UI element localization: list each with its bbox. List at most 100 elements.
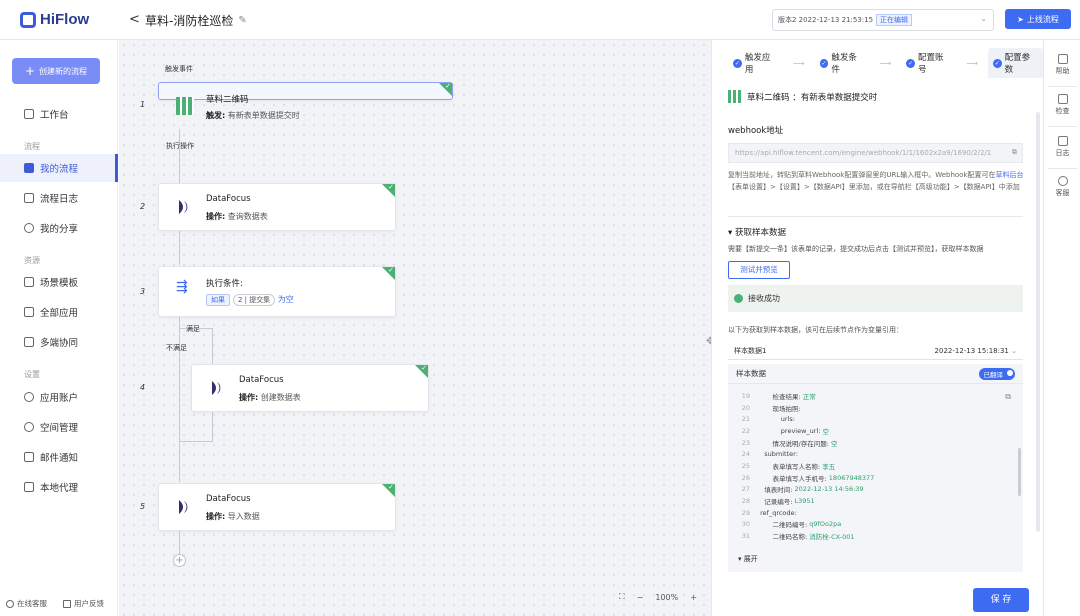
flow-canvas[interactable]: 触发事件 执行操作 满足 不满足 1 草料二维码 触发: 有新表单数据提交时 2… bbox=[119, 40, 711, 616]
back-button[interactable]: < bbox=[129, 12, 140, 27]
zoom-out-button[interactable]: − bbox=[637, 593, 644, 602]
share-icon bbox=[24, 223, 34, 233]
success-banner: 接收成功 bbox=[728, 285, 1023, 312]
step-number: 4 bbox=[140, 383, 146, 392]
grid-icon bbox=[24, 307, 34, 317]
sidebar-item-multi-device[interactable]: 多端协同 bbox=[0, 328, 118, 356]
template-icon bbox=[24, 277, 34, 287]
online-support-link[interactable]: 在线客服 bbox=[6, 598, 47, 609]
zoom-controls: ⛶ − 100% + bbox=[619, 592, 697, 602]
qrcode-icon bbox=[728, 90, 741, 103]
arrow-right-icon: ⟶ bbox=[966, 58, 978, 68]
code-line: 20 现场拍照: bbox=[741, 403, 801, 413]
plus-icon: + bbox=[24, 64, 36, 78]
node-datafocus-query[interactable]: DataFocus 操作: 查询数据表 bbox=[158, 183, 396, 231]
qrcode-admin-link[interactable]: 草料后台 bbox=[996, 171, 1024, 179]
condition-variable: 2 | 提交集 bbox=[233, 294, 276, 306]
group-label-flow: 流程 bbox=[24, 142, 40, 151]
sample-desc: 需要【新提交一条】该表单的记录，提交成功后点击【测试并预览】，获取样本数据 bbox=[728, 245, 984, 253]
tab-account[interactable]: ✓ 配置账号 bbox=[901, 48, 956, 78]
divider bbox=[1048, 126, 1077, 127]
arrow-right-icon: ⟶ bbox=[879, 58, 892, 68]
tab-params[interactable]: ✓ 配置参数 bbox=[987, 48, 1043, 78]
branch-icon: ⇶ bbox=[176, 279, 188, 295]
service-button[interactable]: 客服 bbox=[1044, 176, 1080, 198]
qrcode-icon bbox=[176, 97, 194, 115]
help-button[interactable]: 帮助 bbox=[1044, 54, 1080, 76]
check-circle-icon: ✓ bbox=[992, 58, 1002, 68]
right-toolbar: 帮助 检查 日志 客服 bbox=[1043, 40, 1080, 616]
panel-scrollbar[interactable] bbox=[1036, 112, 1040, 532]
zoom-in-button[interactable]: + bbox=[690, 593, 697, 602]
tab-trigger-condition[interactable]: ✓ 触发条件 bbox=[815, 48, 870, 78]
add-node-button[interactable]: + bbox=[173, 554, 186, 567]
sidebar-item-space[interactable]: 空间管理 bbox=[0, 413, 118, 441]
help-icon bbox=[1057, 54, 1068, 64]
sidebar-item-app-accounts[interactable]: 应用账户 bbox=[0, 383, 118, 411]
logo-icon bbox=[20, 11, 36, 28]
connector bbox=[212, 328, 213, 364]
log-icon bbox=[24, 193, 34, 203]
publish-button[interactable]: ➤ 上线流程 bbox=[1005, 9, 1071, 29]
sidebar-item-my-flows[interactable]: 我的流程 bbox=[0, 154, 118, 182]
sample-hint: 以下为获取到样本数据，该可在后续节点作为变量引用： bbox=[728, 326, 903, 334]
webhook-hint: 复制当前地址，转贴到草料Webhook配置弹窗里的URL输入框中。Webhook… bbox=[728, 171, 1024, 191]
success-icon bbox=[734, 294, 743, 303]
node-condition[interactable]: ⇶ 执行条件: 如果 2 | 提交集 为空 bbox=[158, 266, 396, 317]
step-number: 1 bbox=[140, 100, 146, 109]
version-select[interactable]: 版本2 2022-12-13 21:53:15 正在编辑 ⌄ bbox=[772, 9, 994, 31]
sidebar-item-proxy[interactable]: 本地代理 bbox=[0, 473, 118, 501]
sample-data-box: 样本数据 已翻译 ⧉ 19 检查结果: 正常 20 现场拍照: 21 urls: 22 … bbox=[728, 364, 1023, 572]
connector bbox=[179, 441, 213, 442]
sidebar-item-flow-log[interactable]: 流程日志 bbox=[0, 184, 118, 212]
node-trigger-qrcode[interactable]: 草料二维码 触发: 有新表单数据提交时 bbox=[158, 82, 453, 120]
user-icon bbox=[24, 392, 34, 402]
sample-section-title[interactable]: ▾ 获取样本数据 bbox=[728, 226, 786, 238]
code-line: 26 表单填写人手机号: 18067948377 bbox=[741, 473, 875, 483]
check-icon bbox=[415, 364, 428, 378]
copy-icon[interactable]: ⧉ bbox=[1012, 148, 1017, 157]
node-datafocus-import[interactable]: DataFocus 操作: 导入数据 bbox=[158, 483, 396, 531]
layers-icon bbox=[24, 163, 34, 173]
app-header: 草料二维码 ：有新表单数据提交时 bbox=[728, 90, 877, 103]
check-button[interactable]: 检查 bbox=[1044, 94, 1080, 116]
datafocus-icon bbox=[209, 379, 227, 397]
trigger-label: 触发事件 bbox=[165, 65, 193, 73]
sidebar-item-templates[interactable]: 场景模板 bbox=[0, 268, 118, 296]
exec-label: 执行操作 bbox=[166, 142, 194, 150]
node-datafocus-create[interactable]: DataFocus 操作: 创建数据表 bbox=[191, 364, 429, 412]
feedback-link[interactable]: 用户反馈 bbox=[63, 598, 104, 609]
tab-trigger-app[interactable]: ✓ 触发应用 bbox=[728, 48, 783, 78]
sidebar-item-workbench[interactable]: 工作台 bbox=[0, 100, 118, 128]
hiflow-logo[interactable]: HiFlow bbox=[20, 11, 89, 28]
expand-button[interactable]: ▾ 展开 bbox=[738, 554, 758, 564]
create-flow-button[interactable]: + 创建新的流程 bbox=[12, 58, 100, 84]
flow-title[interactable]: 草料-消防栓巡检 ✎ bbox=[145, 12, 247, 29]
translate-toggle[interactable]: 已翻译 bbox=[978, 367, 1015, 380]
webhook-url-field[interactable]: https://api.hiflow.tencent.com/engine/we… bbox=[728, 143, 1023, 163]
gear-icon bbox=[24, 422, 34, 432]
check-circle-icon: ✓ bbox=[906, 58, 916, 68]
code-line: 22 preview_url: 空 bbox=[741, 426, 830, 436]
sample-code: 19 检查结果: 正常 20 现场拍照: 21 urls: 22 preview_ur… bbox=[728, 390, 1023, 542]
sample-select[interactable]: 样本数据1 2022-12-13 15:18:31 ⌄ bbox=[728, 342, 1023, 360]
test-preview-button[interactable]: 测试并预览 bbox=[728, 261, 790, 279]
group-label-settings: 设置 bbox=[24, 370, 40, 379]
code-line: 31 二维码名称: 消防栓-CX-001 bbox=[741, 532, 855, 542]
code-line: 29 ref_qrcode: bbox=[741, 508, 797, 517]
save-button[interactable]: 保 存 bbox=[973, 588, 1029, 612]
chevron-down-icon: ⌄ bbox=[980, 14, 987, 23]
divider bbox=[728, 216, 1023, 217]
sidebar-item-my-share[interactable]: 我的分享 bbox=[0, 214, 118, 242]
webhook-label: webhook地址 bbox=[728, 126, 784, 136]
connector bbox=[179, 531, 180, 555]
sidebar-item-mail[interactable]: 邮件通知 bbox=[0, 443, 118, 471]
pencil-icon[interactable]: ✎ bbox=[238, 15, 246, 26]
log-button[interactable]: 日志 bbox=[1044, 136, 1080, 158]
checklist-icon bbox=[1057, 94, 1068, 104]
scrollbar[interactable] bbox=[1018, 448, 1021, 496]
group-label-resource: 资源 bbox=[24, 256, 40, 265]
fit-screen-icon[interactable]: ⛶ bbox=[619, 592, 625, 602]
sidebar-item-all-apps[interactable]: 全部应用 bbox=[0, 298, 118, 326]
check-circle-icon: ✓ bbox=[819, 58, 829, 68]
